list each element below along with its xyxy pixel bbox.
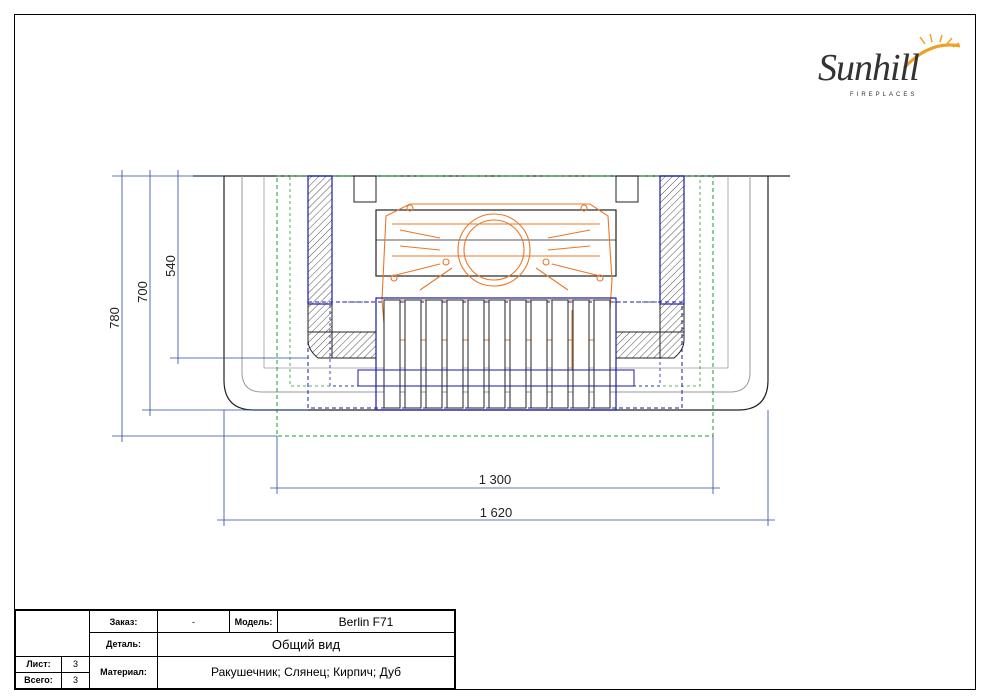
vertical-dimensions (112, 170, 308, 442)
material-label: Материал: (89, 655, 158, 690)
sheet-label: Лист: (15, 655, 62, 673)
left-niche (353, 175, 377, 203)
model-label: Модель: (229, 609, 278, 634)
material-value: Ракушечник; Слянец; Кирпич; Дуб (157, 655, 455, 690)
logo-name: Sunhill (818, 47, 920, 89)
order-label: Заказ: (89, 609, 158, 634)
dim-width-total: 1 620 (480, 505, 513, 520)
left-column-cap (307, 331, 333, 359)
dim-height-inner: 540 (163, 255, 178, 277)
model-value: Berlin F71 (277, 609, 455, 634)
title-block-empty (15, 610, 90, 657)
detail-value: Общий вид (157, 632, 455, 657)
sunhill-logo: Sunhill FIREPLACES (812, 32, 962, 104)
sheet-value: 3 (61, 655, 90, 673)
right-ledge (615, 331, 661, 359)
dim-height-mid: 700 (135, 281, 150, 303)
right-column-cap (659, 331, 685, 359)
detail-label: Деталь: (89, 632, 158, 657)
total-value: 3 (61, 671, 90, 690)
fireplace-top-view-drawing: 780 700 540 1 300 1 620 (107, 170, 790, 526)
dim-width-inner: 1 300 (479, 472, 512, 487)
right-column (659, 175, 685, 333)
left-ledge (331, 331, 377, 359)
order-value: - (157, 609, 230, 634)
hearth-slats (383, 299, 611, 409)
left-column (307, 175, 333, 333)
right-niche (615, 175, 639, 203)
logo-subtitle: FIREPLACES (850, 92, 918, 98)
dim-height-total: 780 (107, 307, 122, 329)
total-label: Всего: (15, 671, 62, 690)
title-block: Заказ: - Модель: Berlin F71 Деталь: Общи… (14, 609, 456, 690)
